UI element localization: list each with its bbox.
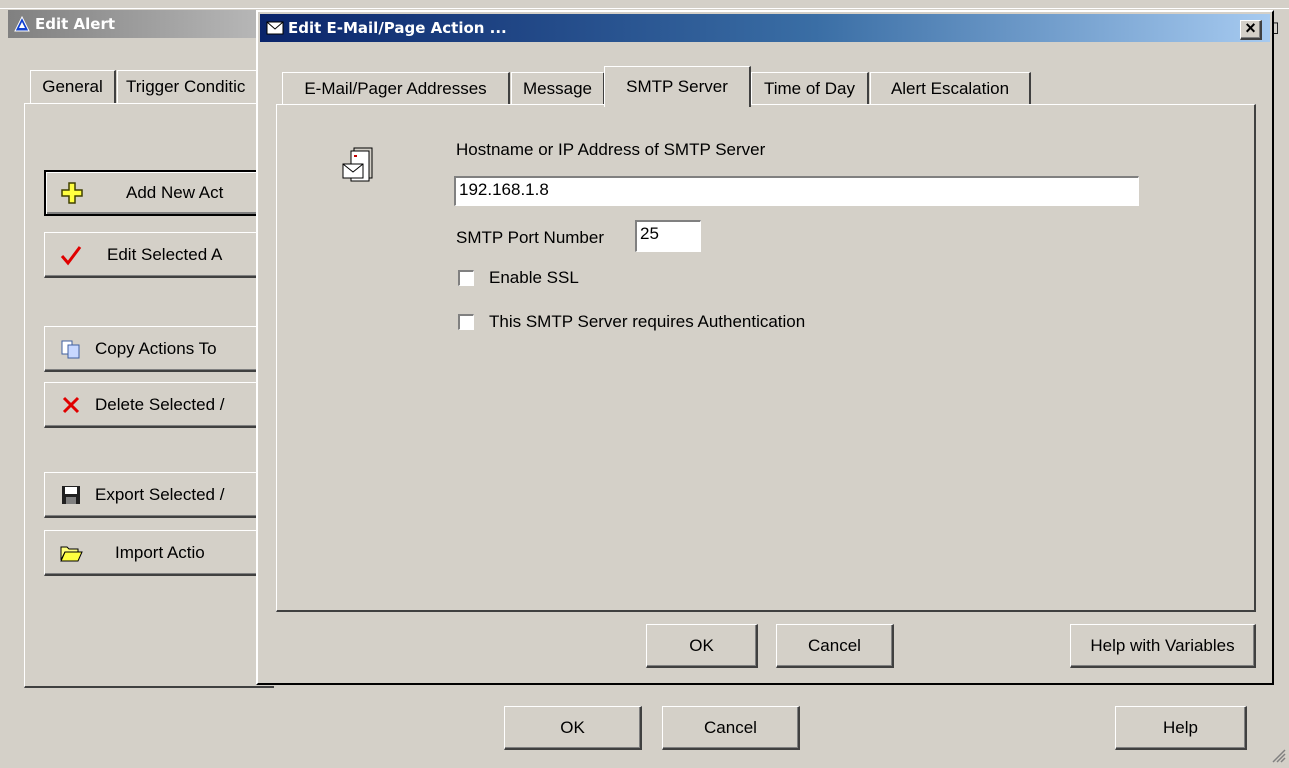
- tab-smtp-server[interactable]: SMTP Server: [604, 66, 751, 107]
- hostname-input[interactable]: 192.168.1.8: [454, 176, 1139, 206]
- resize-grip-icon[interactable]: [1268, 745, 1286, 763]
- tab-alert-escalation[interactable]: Alert Escalation: [870, 72, 1031, 105]
- import-actions-button[interactable]: Import Actio: [44, 530, 274, 576]
- delete-icon: [59, 393, 83, 417]
- outer-cancel-button[interactable]: Cancel: [662, 706, 800, 750]
- dialog-title: Edit E-Mail/Page Action ...: [288, 19, 507, 37]
- mail-server-icon: [342, 146, 378, 186]
- export-selected-action-button[interactable]: Export Selected /: [44, 472, 274, 518]
- edit-email-action-dialog: Edit E-Mail/Page Action ... × E-Mail/Pag…: [256, 10, 1274, 685]
- folder-open-icon: [59, 541, 83, 565]
- copy-icon: [59, 337, 83, 361]
- enable-ssl-label[interactable]: Enable SSL: [489, 268, 579, 288]
- dialog-cancel-button[interactable]: Cancel: [776, 624, 894, 668]
- copy-actions-button[interactable]: Copy Actions To: [44, 326, 274, 372]
- dialog-titlebar[interactable]: Edit E-Mail/Page Action ...: [260, 14, 1270, 42]
- delete-selected-action-button[interactable]: Delete Selected /: [44, 382, 274, 428]
- outer-ok-button[interactable]: OK: [504, 706, 642, 750]
- background-strip: [0, 0, 1289, 9]
- tab-general[interactable]: General: [30, 70, 116, 103]
- smtp-auth-checkbox[interactable]: [458, 314, 474, 330]
- dialog-ok-button[interactable]: OK: [646, 624, 758, 668]
- envelope-icon: [266, 21, 284, 35]
- tab-trigger-conditions[interactable]: Trigger Conditic: [117, 70, 267, 103]
- save-icon: [59, 483, 83, 507]
- tab-message[interactable]: Message: [511, 72, 605, 105]
- tab-time-of-day[interactable]: Time of Day: [751, 72, 869, 105]
- smtp-auth-label[interactable]: This SMTP Server requires Authentication: [489, 312, 805, 332]
- edit-selected-action-button[interactable]: Edit Selected A: [44, 232, 274, 278]
- outer-help-button[interactable]: Help: [1115, 706, 1247, 750]
- tab-email-pager-addresses[interactable]: E-Mail/Pager Addresses: [282, 72, 510, 105]
- edit-alert-title: Edit Alert: [35, 15, 116, 33]
- alert-triangle-icon: [14, 15, 30, 32]
- checkmark-icon: [59, 243, 83, 267]
- dialog-close-button[interactable]: ×: [1240, 18, 1262, 40]
- add-new-action-button[interactable]: Add New Act: [44, 170, 274, 216]
- help-with-variables-button[interactable]: Help with Variables: [1070, 624, 1256, 668]
- port-label: SMTP Port Number: [456, 228, 605, 247]
- edit-alert-titlebar[interactable]: Edit Alert: [8, 10, 263, 38]
- port-input[interactable]: 25: [635, 220, 701, 252]
- hostname-label: Hostname or IP Address of SMTP Server: [456, 140, 766, 159]
- close-icon: ×: [1245, 18, 1256, 38]
- add-icon: [60, 181, 84, 205]
- enable-ssl-checkbox[interactable]: [458, 270, 474, 286]
